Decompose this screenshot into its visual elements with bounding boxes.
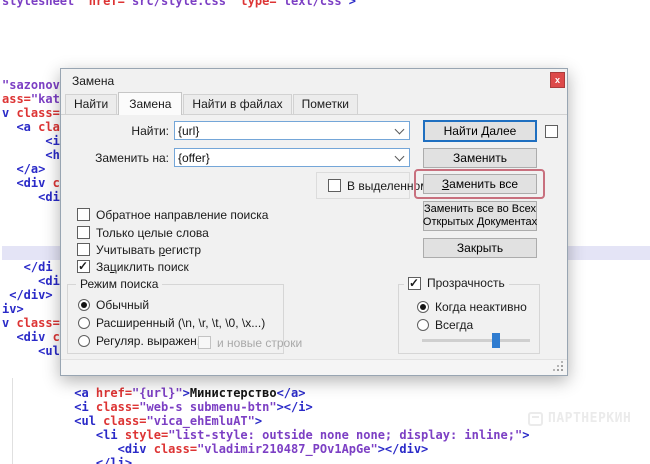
code-line: <ul bbox=[2, 344, 60, 358]
code-line: v class=" bbox=[2, 316, 67, 330]
backward-checkbox[interactable] bbox=[77, 208, 90, 221]
code-line: v class=" bbox=[2, 106, 67, 120]
on-losing-focus-radio[interactable] bbox=[417, 301, 429, 313]
watermark: ПАРТНЕРКИН bbox=[528, 411, 631, 426]
normal-label: Обычный bbox=[96, 298, 149, 312]
match-case-checkbox[interactable] bbox=[77, 243, 90, 256]
regex-radio[interactable] bbox=[78, 335, 90, 347]
code-line: ass="katy bbox=[2, 92, 67, 106]
code-line: "sazonove bbox=[2, 78, 67, 92]
search-mode-title: Режим поиска bbox=[76, 277, 162, 291]
dialog-titlebar[interactable]: Замена x bbox=[61, 69, 567, 93]
find-label: Найти: bbox=[69, 124, 169, 138]
regex-newline-checkbox bbox=[198, 336, 211, 349]
dialog-title: Замена bbox=[72, 74, 114, 88]
in-selection-frame: В выделенном bbox=[316, 172, 410, 199]
replace-combobox[interactable] bbox=[174, 148, 410, 167]
code-line: <i class="web-s submenu-btn"></i> bbox=[2, 400, 313, 414]
tab-replace[interactable]: Замена bbox=[118, 92, 182, 115]
code-line: <div bbox=[2, 274, 67, 288]
extended-radio[interactable] bbox=[78, 317, 90, 329]
regex-newline-label: и новые строки bbox=[217, 336, 302, 350]
watermark-text: ПАРТНЕРКИН bbox=[548, 411, 631, 426]
close-icon[interactable]: x bbox=[550, 72, 565, 88]
replace-all-open-docs-line2: Открытых Документах bbox=[423, 216, 537, 229]
screen: stylesheet" href="src/style.css" type="t… bbox=[0, 0, 650, 464]
code-line: </di bbox=[2, 260, 53, 274]
replace-button[interactable]: Заменить bbox=[423, 148, 537, 168]
code-line: </a> bbox=[2, 162, 45, 176]
code-line: stylesheet" href="src/style.css" type="t… bbox=[2, 0, 356, 8]
whole-word-label: Только целые слова bbox=[96, 226, 209, 240]
wrap-around-label: Зациклить поиск bbox=[96, 260, 189, 274]
slider-thumb[interactable] bbox=[492, 333, 500, 348]
replace-dialog: Замена x Найти Замена Найти в файлах Пом… bbox=[60, 68, 568, 376]
regex-label: Регуляр. выражен. bbox=[96, 334, 200, 348]
find-combobox[interactable] bbox=[174, 121, 410, 140]
transparency-legend[interactable]: Прозрачность bbox=[404, 276, 509, 290]
replace-input[interactable] bbox=[178, 149, 386, 166]
on-losing-focus-label: Когда неактивно bbox=[435, 300, 527, 314]
watermark-logo-icon bbox=[528, 412, 543, 426]
tab-find[interactable]: Найти bbox=[65, 94, 117, 114]
transparency-group: Прозрачность Когда неактивно Всегда bbox=[398, 284, 540, 354]
close-button[interactable]: Закрыть bbox=[423, 238, 537, 258]
code-line: <a href="{url}">Министерство</a> bbox=[2, 386, 305, 400]
code-line: iv> bbox=[2, 302, 24, 316]
code-line: </li> bbox=[2, 456, 132, 464]
code-line: <ul class="vica_ehEmluAT"> bbox=[2, 414, 262, 428]
whole-word-checkbox[interactable] bbox=[77, 226, 90, 239]
transparency-checkbox[interactable] bbox=[408, 277, 421, 290]
code-line: </div> bbox=[2, 288, 53, 302]
code-line: <li style="list-style: outside none none… bbox=[2, 428, 529, 442]
tab-find-in-files[interactable]: Найти в файлах bbox=[183, 94, 291, 114]
transparency-slider[interactable] bbox=[422, 339, 530, 342]
always-radio[interactable] bbox=[417, 319, 429, 331]
chevron-down-icon[interactable] bbox=[395, 152, 405, 162]
indent-guide bbox=[12, 378, 13, 464]
chevron-down-icon[interactable] bbox=[395, 125, 405, 135]
transparency-label: Прозрачность bbox=[427, 276, 505, 290]
extended-label: Расширенный (\n, \r, \t, \0, \x...) bbox=[96, 316, 265, 330]
in-selection-checkbox[interactable] bbox=[328, 179, 341, 192]
tab-mark[interactable]: Пометки bbox=[293, 94, 358, 114]
tab-bar: Найти Замена Найти в файлах Пометки bbox=[65, 93, 359, 114]
code-line: <div class="vladimir210487_POv1ApGe"></d… bbox=[2, 442, 428, 456]
replace-with-label: Заменить на: bbox=[69, 151, 169, 165]
dialog-status-strip bbox=[61, 359, 567, 375]
wrap-around-checkbox[interactable] bbox=[77, 260, 90, 273]
code-line: <div bbox=[2, 190, 67, 204]
replace-all-button[interactable]: Заменить все bbox=[423, 174, 537, 194]
resize-grip-icon[interactable] bbox=[561, 369, 563, 371]
replace-all-open-docs-line1: Заменить все во Всех bbox=[424, 203, 536, 216]
always-label: Всегда bbox=[435, 318, 473, 332]
normal-radio[interactable] bbox=[78, 299, 90, 311]
search-mode-group: Режим поиска Обычный Расширенный (\n, \r… bbox=[67, 284, 284, 354]
find-input[interactable] bbox=[178, 122, 386, 139]
backward-label: Обратное направление поиска bbox=[96, 208, 268, 222]
find-next-button[interactable]: Найти Далее bbox=[423, 120, 537, 142]
match-case-label: Учитывать регистр bbox=[96, 243, 201, 257]
replace-all-open-docs-button[interactable]: Заменить все во Всех Открытых Документах bbox=[423, 201, 537, 231]
unlabeled-checkbox[interactable] bbox=[545, 125, 558, 138]
